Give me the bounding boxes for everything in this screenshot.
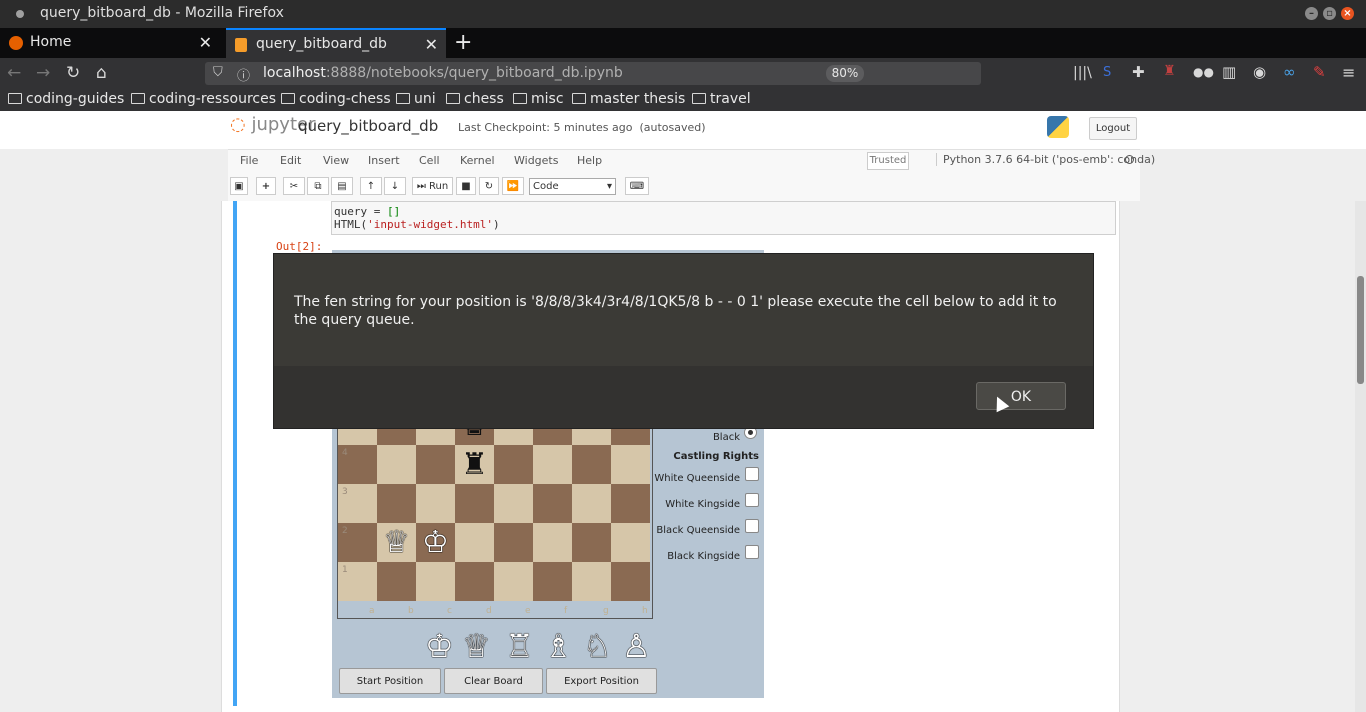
window-titlebar: query_bitboard_db - Mozilla Firefox – ▫ … <box>0 0 1366 28</box>
url-host: localhost <box>263 65 326 81</box>
reload-icon[interactable]: ↻ <box>66 63 80 83</box>
folder-icon <box>692 93 706 104</box>
extension-infinity-icon[interactable]: ∞ <box>1283 63 1296 81</box>
url-text[interactable]: localhost:8888/notebooks/query_bitboard_… <box>263 65 623 81</box>
extensions-icon[interactable]: ✚ <box>1132 63 1145 81</box>
extension-avatar-icon[interactable]: ♜ <box>1163 63 1176 79</box>
home-icon[interactable]: ⌂ <box>96 63 107 83</box>
bookmark-folder[interactable]: coding-chess <box>281 91 391 107</box>
info-icon[interactable]: ⓘ <box>237 65 250 84</box>
close-tab-icon[interactable]: ✕ <box>425 35 438 54</box>
tab-home[interactable]: Home ✕ <box>0 28 220 58</box>
bookmark-label: misc <box>531 91 564 107</box>
dialog-footer <box>274 366 1093 428</box>
url-path: :8888/notebooks/query_bitboard_db.ipynb <box>325 65 623 81</box>
close-tab-icon[interactable]: ✕ <box>199 33 212 52</box>
shield-icon[interactable]: ⛉ <box>213 65 223 80</box>
app-menu-icon[interactable] <box>16 10 24 18</box>
extension-fence-icon[interactable]: ▥ <box>1222 63 1236 81</box>
bookmark-folder[interactable]: misc <box>513 91 564 107</box>
folder-icon <box>446 93 460 104</box>
new-tab-icon[interactable]: + <box>454 30 472 55</box>
hamburger-menu-icon[interactable]: ≡ <box>1342 63 1355 82</box>
tab-label: query_bitboard_db <box>256 36 387 52</box>
bookmark-folder[interactable]: uni <box>396 91 436 107</box>
bookmark-label: master thesis <box>590 91 686 107</box>
bookmarks-bar: coding-guides coding-ressources coding-c… <box>0 88 1366 111</box>
url-bar[interactable]: ⛉ ⓘ localhost:8888/notebooks/query_bitbo… <box>205 62 981 85</box>
firefox-icon <box>9 36 23 50</box>
ok-button[interactable]: OK <box>976 382 1066 410</box>
tab-query-bitboard-db[interactable]: query_bitboard_db ✕ <box>226 28 446 58</box>
bookmark-label: coding-ressources <box>149 91 276 107</box>
bookmark-label: coding-chess <box>299 91 391 107</box>
bookmark-folder[interactable]: chess <box>446 91 504 107</box>
folder-icon <box>396 93 410 104</box>
back-icon[interactable]: ← <box>7 63 21 83</box>
forward-icon[interactable]: → <box>36 63 50 83</box>
maximize-icon[interactable]: ▫ <box>1323 7 1336 20</box>
extension-wand-icon[interactable]: ✎ <box>1313 63 1326 81</box>
bookmark-folder[interactable]: travel <box>692 91 751 107</box>
minimize-icon[interactable]: – <box>1305 7 1318 20</box>
folder-icon <box>8 93 22 104</box>
library-icon[interactable]: |||\ <box>1073 65 1092 81</box>
bookmark-label: coding-guides <box>26 91 125 107</box>
dialog-message: The fen string for your position is '8/8… <box>294 294 1057 328</box>
bookmark-label: uni <box>414 91 436 107</box>
account-icon[interactable]: ◉ <box>1253 63 1266 81</box>
notebook-icon <box>235 38 247 52</box>
bookmark-folder[interactable]: coding-guides <box>8 91 124 107</box>
folder-icon <box>572 93 586 104</box>
bookmark-label: chess <box>464 91 504 107</box>
zoom-indicator[interactable]: 80% <box>826 65 864 82</box>
close-window-icon[interactable]: × <box>1341 7 1354 20</box>
bookmark-folder[interactable]: master thesis <box>572 91 685 107</box>
extension-s-icon[interactable]: S <box>1103 65 1111 80</box>
window-title: query_bitboard_db - Mozilla Firefox <box>40 5 284 21</box>
folder-icon <box>281 93 295 104</box>
tab-label: Home <box>30 34 72 50</box>
folder-icon <box>131 93 145 104</box>
extension-mask-icon[interactable]: ●● <box>1193 65 1214 79</box>
tab-bar: Home ✕ query_bitboard_db ✕ <box>0 28 1366 58</box>
bookmark-label: travel <box>710 91 751 107</box>
folder-icon <box>513 93 527 104</box>
bookmark-folder[interactable]: coding-ressources <box>131 91 276 107</box>
